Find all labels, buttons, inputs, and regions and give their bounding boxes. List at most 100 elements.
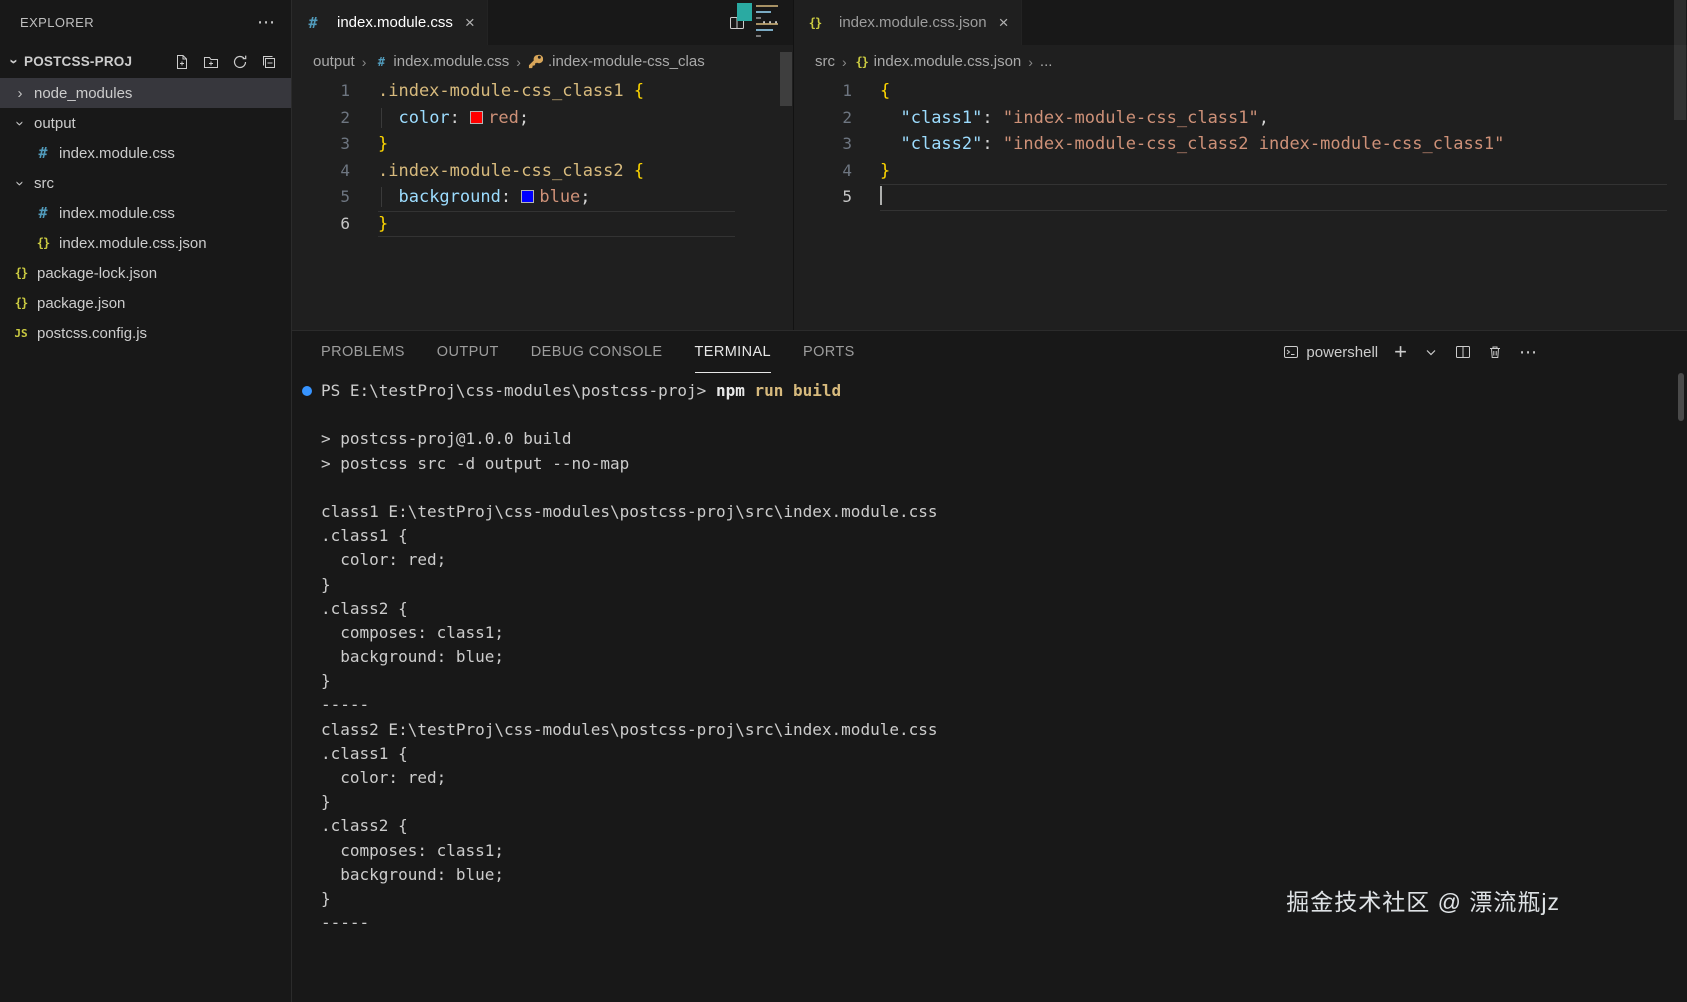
terminal-text: composes: class1; [321, 623, 504, 642]
terminal-line [321, 403, 1687, 427]
code-token: blue [539, 187, 580, 207]
more-actions-icon[interactable]: ⋯ [1519, 342, 1537, 363]
terminal-text: class1 E:\testProj\css-modules\postcss-p… [321, 502, 938, 521]
code-token: } [378, 214, 388, 234]
code-text: } [378, 134, 388, 154]
tree-item-package.json[interactable]: {}package.json [0, 288, 291, 318]
tree-item-output[interactable]: ›output [0, 108, 291, 138]
tab-index-module-css[interactable]: # index.module.css × [292, 0, 488, 45]
tabbar-left: # index.module.css × ⋯ [292, 0, 793, 45]
code-line: 3 "class2": "index-module-css_class2 ind… [794, 131, 1687, 158]
code-token: , [1259, 108, 1269, 128]
terminal-line: color: red; [321, 766, 1687, 790]
project-name: POSTCSS-PROJ [24, 54, 132, 69]
file-tree: ›node_modules›output#index.module.css›sr… [0, 78, 291, 348]
more-actions-icon[interactable]: ⋯ [257, 12, 275, 33]
panel-tab-terminal[interactable]: TERMINAL [695, 331, 772, 373]
editor-scrollbar[interactable] [779, 0, 793, 252]
terminal-text: } [321, 671, 331, 690]
close-icon[interactable]: × [999, 13, 1009, 33]
breadcrumb-item[interactable]: .index-module-css_clas [528, 53, 705, 70]
terminal-line: background: blue; [321, 645, 1687, 669]
command-decoration-dot[interactable] [302, 386, 312, 396]
tree-item-postcss.config.js[interactable]: JSpostcss.config.js [0, 318, 291, 348]
panel-tab-debug-console[interactable]: DEBUG CONSOLE [531, 331, 663, 373]
terminal-text [321, 405, 331, 424]
tabbar-right: {} index.module.css.json × [794, 0, 1687, 45]
main-area: # index.module.css × ⋯ output›#index.mod… [292, 0, 1687, 1002]
tree-item-src[interactable]: ›src [0, 168, 291, 198]
color-swatch[interactable] [521, 190, 534, 203]
terminal-line: > postcss src -d output --no-map [321, 452, 1687, 476]
tree-item-index.module.css[interactable]: #index.module.css [0, 198, 291, 228]
breadcrumb-label: src [815, 53, 835, 70]
terminal-text: } [321, 792, 331, 811]
tab-index-module-css-json[interactable]: {} index.module.css.json × [794, 0, 1022, 45]
code-token: red [488, 108, 519, 128]
panel-tab-ports[interactable]: PORTS [803, 331, 855, 373]
code-token [880, 134, 900, 154]
close-icon[interactable]: × [465, 13, 475, 33]
code-line: 6} [292, 211, 793, 238]
refresh-icon[interactable] [231, 53, 248, 70]
terminal-text: .class1 { [321, 526, 408, 545]
code-token [511, 187, 521, 207]
editor-group-right: {} index.module.css.json × src›{}index.m… [793, 0, 1687, 330]
tree-item-package-lock.json[interactable]: {} package-lock.json [0, 258, 291, 288]
color-swatch[interactable] [470, 111, 483, 124]
split-terminal-icon[interactable] [1455, 344, 1471, 360]
line-number: 2 [292, 105, 350, 132]
line-number: 6 [292, 211, 350, 238]
minimap[interactable] [737, 0, 777, 170]
terminal-line: class1 E:\testProj\css-modules\postcss-p… [321, 500, 1687, 524]
tree-item-index.module.css.json[interactable]: {}index.module.css.json [0, 228, 291, 258]
terminal-text: ----- [321, 695, 369, 714]
code-token [993, 134, 1003, 154]
breadcrumb-item[interactable]: {}index.module.css.json [854, 53, 1022, 70]
panel-tab-output[interactable]: OUTPUT [437, 331, 499, 373]
project-section-header[interactable]: › POSTCSS-PROJ [0, 45, 291, 78]
terminal-line: } [321, 573, 1687, 597]
new-folder-icon[interactable] [202, 53, 219, 70]
editor-group-left: # index.module.css × ⋯ output›#index.mod… [292, 0, 793, 330]
code-text: "class1": "index-module-css_class1", [880, 108, 1269, 128]
tree-item-label: package-lock.json [37, 265, 157, 282]
breadcrumb-item[interactable]: ... [1040, 53, 1053, 70]
terminal-scrollbar[interactable] [1678, 373, 1684, 421]
collapse-all-icon[interactable] [260, 53, 277, 70]
editor-scrollbar[interactable] [1673, 0, 1687, 252]
tree-item-label: node_modules [34, 85, 132, 102]
code-token [624, 161, 634, 181]
code-token [880, 108, 900, 128]
chevron-down-icon[interactable] [1423, 344, 1439, 360]
minimap-highlight [737, 3, 752, 21]
terminal-text: color: red; [321, 550, 446, 569]
new-file-icon[interactable] [173, 53, 190, 70]
tree-item-index.module.css[interactable]: #index.module.css [0, 138, 291, 168]
tree-item-node_modules[interactable]: ›node_modules [0, 78, 291, 108]
line-number: 3 [794, 131, 852, 158]
breadcrumb-item[interactable]: output [313, 53, 355, 70]
new-terminal-icon[interactable]: + [1394, 339, 1407, 365]
code-text: background: blue; [378, 187, 591, 207]
shell-selector[interactable]: powershell [1283, 344, 1378, 361]
code-line: 2 "class1": "index-module-css_class1", [794, 105, 1687, 132]
terminal-text: npm [716, 381, 745, 400]
kill-terminal-icon[interactable] [1487, 344, 1503, 360]
css-file-icon: # [34, 144, 52, 162]
panel-header: PROBLEMS OUTPUT DEBUG CONSOLE TERMINAL PORTS… [292, 331, 1687, 373]
panel-tab-problems[interactable]: PROBLEMS [321, 331, 405, 373]
code-token: { [634, 81, 644, 101]
code-token: : [501, 187, 511, 207]
terminal-line: > postcss-proj@1.0.0 build [321, 427, 1687, 451]
terminal-text: .class2 { [321, 599, 408, 618]
json-file-icon: {} [12, 266, 30, 280]
terminal[interactable]: PS E:\testProj\css-modules\postcss-proj>… [292, 373, 1687, 935]
code-token: } [880, 161, 890, 181]
code-editor-css[interactable]: 1.index-module-css_class1 {2 color: red;… [292, 78, 793, 330]
breadcrumb-item[interactable]: #index.module.css [373, 53, 509, 70]
code-editor-json[interactable]: 1{2 "class1": "index-module-css_class1",… [794, 78, 1687, 330]
terminal-line: .class2 { [321, 814, 1687, 838]
breadcrumb-item[interactable]: src [815, 53, 835, 70]
code-line: 1.index-module-css_class1 { [292, 78, 793, 105]
